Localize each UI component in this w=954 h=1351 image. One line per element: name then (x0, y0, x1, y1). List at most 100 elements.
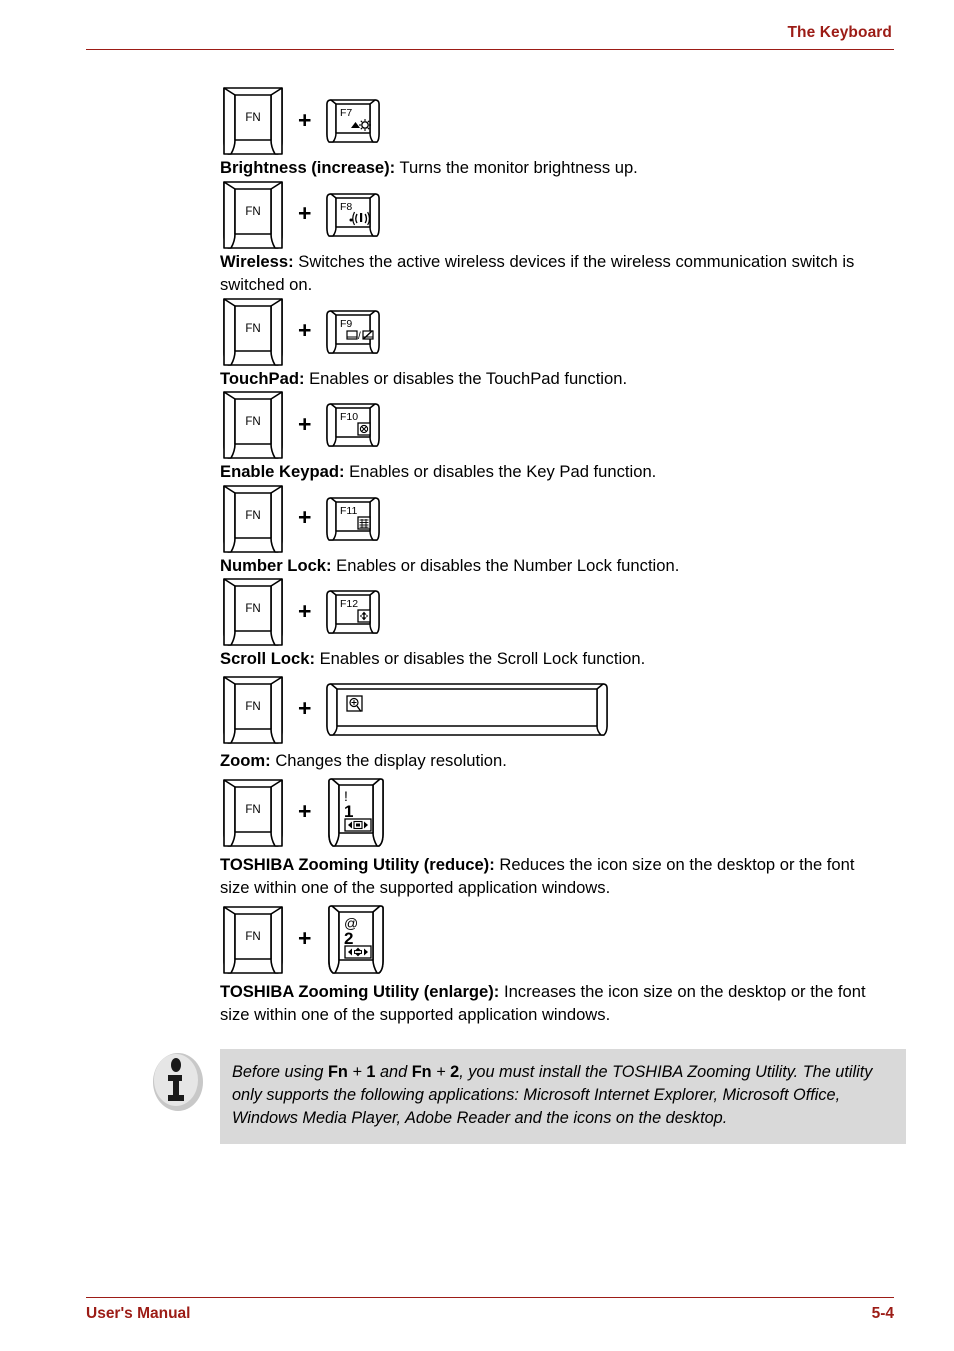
shortcut-entry-enable-keypad: FN + F10 Enable Keypad: Enables or disab… (0, 390, 954, 484)
shortcut-term-toshiba-zooming-enlarge: TOSHIBA Zooming Utility (enlarge): (220, 981, 500, 1001)
secondary-key-zoom[interactable] (325, 682, 609, 738)
shortcut-text-touchpad: Enables or disables the TouchPad functio… (304, 368, 628, 388)
fn-key[interactable]: FN (222, 576, 284, 648)
key-combo-zoom: FN + (0, 671, 954, 749)
secondary-key-wireless[interactable]: F8 (325, 192, 381, 238)
shortcut-description-wireless: Wireless: Switches the active wireless d… (0, 250, 954, 297)
shortcut-entry-scroll-lock: FN + F12 Scroll Lock: Enables or disable… (0, 577, 954, 671)
secondary-key-touchpad[interactable]: F9 / (325, 309, 381, 355)
fn-key-icon: FN (223, 391, 283, 460)
fn-key[interactable]: FN (222, 904, 284, 976)
key-combo-wireless: FN + F8 (0, 180, 954, 250)
note-box: Before using Fn + 1 and Fn + 2, you must… (0, 1048, 954, 1145)
shortcut-entry-zoom: FN + Zoom: Changes the display resolutio… (0, 671, 954, 773)
svg-text:FN: FN (245, 931, 260, 943)
page-header: The Keyboard (86, 24, 894, 50)
secondary-key-scroll-lock[interactable]: F12 (325, 589, 381, 635)
shortcut-text-enable-keypad: Enables or disables the Key Pad function… (344, 462, 657, 482)
shortcut-term-enable-keypad: Enable Keypad: (220, 462, 345, 482)
fn-key[interactable]: FN (222, 179, 284, 251)
shortcut-entry-brightness-increase: FN + F7 Brightness (increase): Turns the… (0, 86, 954, 180)
shortcut-text-wireless: Switches the active wireless devices if … (220, 251, 855, 295)
svg-text:F11: F11 (340, 505, 357, 517)
shortcut-description-brightness-increase: Brightness (increase): Turns the monitor… (0, 156, 954, 180)
secondary-key-brightness-increase[interactable]: F7 (325, 98, 381, 144)
shortcut-description-scroll-lock: Scroll Lock: Enables or disables the Scr… (0, 647, 954, 671)
fn-key-icon: FN (223, 485, 283, 553)
header-divider (86, 49, 894, 50)
svg-text:F7: F7 (340, 107, 352, 119)
shortcut-term-wireless: Wireless: (220, 251, 294, 271)
secondary-key-toshiba-zooming-reduce[interactable]: ! 1 (325, 777, 387, 849)
zoom-reduce-icon (344, 817, 373, 832)
svg-text:FN: FN (245, 323, 260, 335)
key-combo-touchpad: FN + F9 / (0, 297, 954, 367)
key-combo-brightness-increase: FN + F7 (0, 86, 954, 156)
fn-key-icon: FN (223, 180, 283, 249)
plus-sign: + (298, 317, 312, 344)
number-key-icon: ! 1 (328, 777, 385, 847)
footer-page-number: 5-4 (871, 1305, 894, 1322)
shortcut-description-touchpad: TouchPad: Enables or disables the TouchP… (0, 367, 954, 391)
footer-manual-label: User's Manual (86, 1305, 191, 1322)
fn-key[interactable]: FN (222, 296, 284, 368)
shortcut-entry-wireless: FN + F8 Wireless: Switches the active wi… (0, 180, 954, 297)
number-key-icon: @ 2 (328, 904, 385, 974)
plus-sign: + (298, 798, 312, 824)
secondary-key-enable-keypad[interactable]: F10 (325, 402, 381, 448)
note-key2: 2 (450, 1062, 460, 1081)
shortcut-text-brightness-increase: Turns the monitor brightness up. (395, 158, 638, 177)
svg-text:FN: FN (245, 603, 260, 615)
function-key-icon: F7 (326, 99, 381, 143)
fn-key-icon: FN (223, 87, 283, 155)
footer-divider (86, 1297, 894, 1298)
secondary-key-toshiba-zooming-enlarge[interactable]: @ 2 (325, 904, 387, 976)
keypad-icon (357, 422, 372, 436)
plus-sign: + (298, 410, 312, 437)
svg-text:F10: F10 (340, 411, 358, 423)
function-key-icon: F10 (326, 403, 381, 447)
svg-text:F12: F12 (340, 598, 358, 610)
scrolllock-icon (357, 609, 372, 624)
note-text: Before using Fn + 1 and Fn + 2, you must… (220, 1048, 906, 1145)
shortcut-term-touchpad: TouchPad: (220, 368, 305, 388)
shortcut-description-enable-keypad: Enable Keypad: Enables or disables the K… (0, 460, 954, 484)
key-combo-toshiba-zooming-reduce: FN + ! 1 (0, 773, 954, 853)
svg-text:FN: FN (245, 416, 260, 428)
plus-sign: + (298, 597, 312, 624)
svg-text:FN: FN (245, 804, 260, 816)
shortcut-term-zoom: Zoom: (220, 750, 271, 770)
svg-text:FN: FN (245, 701, 260, 713)
fn-key[interactable]: FN (222, 85, 284, 157)
svg-text:2: 2 (344, 929, 353, 948)
shortcut-description-number-lock: Number Lock: Enables or disables the Num… (0, 554, 954, 578)
shortcut-text-scroll-lock: Enables or disables the Scroll Lock func… (314, 649, 646, 669)
fn-key[interactable]: FN (222, 389, 284, 461)
key-combo-scroll-lock: FN + F12 (0, 577, 954, 647)
page-footer: User's Manual 5-4 (86, 1297, 894, 1323)
fn-key-icon: FN (223, 578, 283, 647)
shortcut-text-zoom: Changes the display resolution. (270, 750, 507, 770)
note-info-icon (150, 1051, 206, 1113)
fn-key-icon: FN (223, 676, 283, 744)
key-combo-toshiba-zooming-enlarge: FN + @ 2 (0, 900, 954, 980)
shortcut-description-zoom: Zoom: Changes the display resolution. (0, 749, 954, 773)
note-fn2: Fn (411, 1062, 432, 1081)
shortcut-term-scroll-lock: Scroll Lock: (220, 649, 315, 669)
note-and: and (375, 1062, 412, 1081)
note-plus2: + (431, 1062, 451, 1081)
note-part1: Before using (232, 1062, 328, 1081)
plus-sign: + (298, 106, 312, 133)
fn-key-icon: FN (223, 297, 283, 366)
fn-key[interactable]: FN (222, 674, 284, 746)
fn-key[interactable]: FN (222, 777, 284, 849)
svg-text:FN: FN (245, 206, 260, 218)
secondary-key-number-lock[interactable]: F11 (325, 496, 381, 542)
shortcut-entry-toshiba-zooming-enlarge: FN + @ 2 TOSHIBA Zooming Utility (enlarg… (0, 900, 954, 1027)
info-icon (153, 1052, 203, 1111)
function-key-icon: F12 (326, 590, 381, 635)
svg-text:/: / (358, 331, 361, 342)
plus-sign: + (298, 695, 312, 722)
fn-key[interactable]: FN (222, 483, 284, 555)
shortcut-entry-number-lock: FN + F11 Number Lock: Enables or disable… (0, 484, 954, 578)
